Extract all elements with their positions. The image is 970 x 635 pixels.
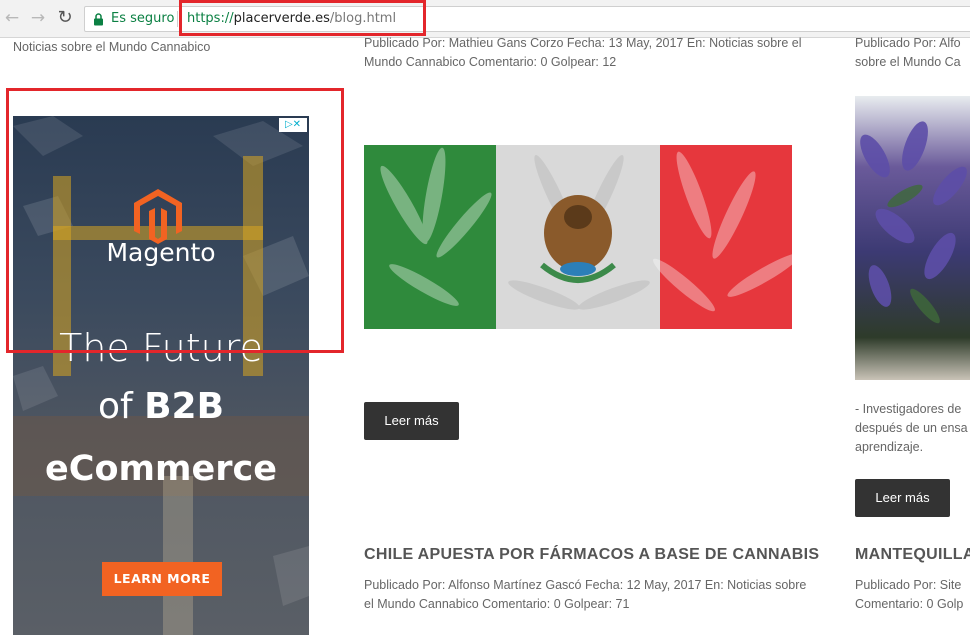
article-image-purple-plants[interactable] <box>855 96 970 380</box>
omnibox-divider <box>177 11 178 27</box>
secure-label: Es seguro <box>111 11 175 26</box>
article-title-mantequilla[interactable]: MANTEQUILLA <box>855 546 970 564</box>
magento-logo-icon <box>134 189 182 244</box>
plant-illustration <box>860 121 967 324</box>
url-text[interactable]: https://placerverde.es/blog.html <box>187 11 396 26</box>
article-image-mexico-flag[interactable] <box>364 145 792 329</box>
eagle-emblem-icon <box>540 195 616 283</box>
ad-headline-line3: eCommerce <box>45 449 277 489</box>
read-more-button-right[interactable]: Leer más <box>855 479 950 517</box>
learn-more-button[interactable]: LEARN MORE <box>102 562 222 596</box>
browser-toolbar: ← → ↻ Es seguro https://placerverde.es/b… <box>0 0 970 38</box>
ad-headline-line2: of B2B <box>13 386 309 427</box>
article-excerpt-right: - Investigadores de después de un ensa a… <box>855 402 968 454</box>
url-host: placerverde.es <box>233 11 330 26</box>
article-meta: Publicado Por: Mathieu Gans Corzo Fecha:… <box>364 36 802 69</box>
read-more-button[interactable]: Leer más <box>364 402 459 440</box>
magento-advertisement[interactable]: ▷✕ Magento The Future of B2B eCommerce L… <box>13 116 309 635</box>
cannabis-leaf-overlay <box>380 147 792 312</box>
address-bar[interactable]: Es seguro https://placerverde.es/blog.ht… <box>84 6 970 32</box>
article-meta-chile: Publicado Por: Alfonso Martínez Gascó Fe… <box>364 578 807 611</box>
article-meta-right: Publicado Por: Alfo sobre el Mundo Ca <box>855 36 961 69</box>
article-title-chile[interactable]: CHILE APUESTA POR FÁRMACOS A BASE DE CAN… <box>364 546 819 564</box>
category-text[interactable]: Noticias sobre el Mundo Cannabico <box>13 38 210 57</box>
ad-headline-line1: The Future <box>59 326 263 370</box>
article-meta-mantequilla: Publicado Por: Site Comentario: 0 Golp <box>855 578 964 611</box>
adchoices-icon[interactable]: ▷✕ <box>279 118 307 132</box>
forward-arrow-icon[interactable]: → <box>28 8 48 28</box>
back-arrow-icon[interactable]: ← <box>2 8 22 28</box>
reload-icon[interactable]: ↻ <box>55 8 75 28</box>
url-protocol: https:// <box>187 11 234 26</box>
ad-headline-of: of <box>97 386 133 427</box>
ad-brand-name: Magento <box>106 238 216 267</box>
ad-headline-b2b: B2B <box>144 386 225 427</box>
url-path: /blog.html <box>329 11 397 26</box>
lock-icon <box>94 13 103 26</box>
